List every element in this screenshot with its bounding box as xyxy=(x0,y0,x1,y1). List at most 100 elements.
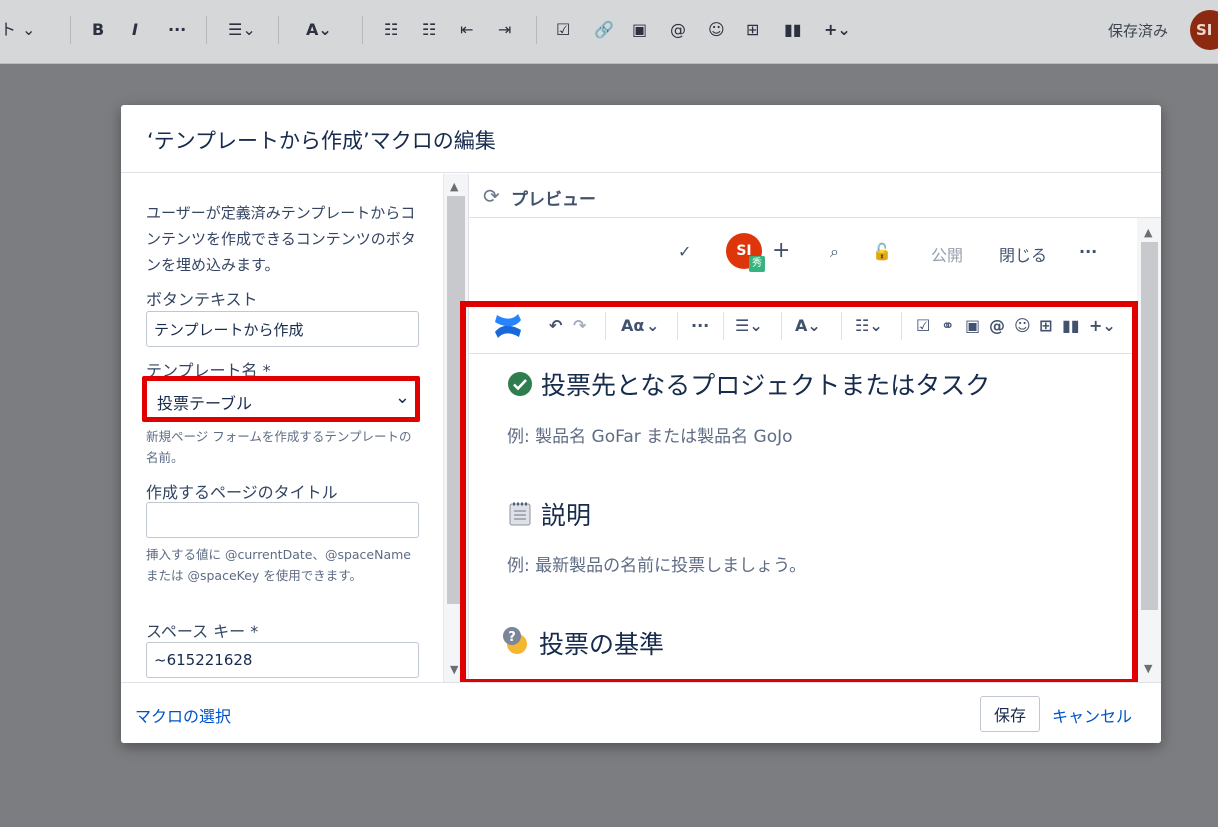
confluence-logo-icon xyxy=(495,314,521,338)
save-button[interactable]: 保存 xyxy=(980,696,1040,732)
notepad-icon xyxy=(509,502,531,526)
avatar-badge: 秀 xyxy=(749,256,765,272)
emoji-icon[interactable]: ☺ xyxy=(1014,316,1031,336)
template-name-select[interactable]: 投票テーブル ⌄ xyxy=(142,376,420,422)
more-formatting-button[interactable]: ··· xyxy=(168,20,186,40)
dialog-footer: マクロの選択 保存 キャンセル xyxy=(121,682,1161,743)
add-collaborator-icon[interactable]: + xyxy=(772,238,790,263)
preview-body: ✓ SI 秀 + ⌕ 🔓 公開 閉じる ··· ↶ ↷ Aα ⌄ ··· ☰⌄ … xyxy=(469,218,1137,682)
scroll-down-icon[interactable]: ▼ xyxy=(1144,662,1152,675)
list-icon[interactable]: ☷⌄ xyxy=(855,316,883,336)
bullet-list-icon[interactable]: ☷ xyxy=(384,20,398,40)
emoji-icon[interactable]: ☺ xyxy=(708,20,725,40)
heading-criteria: ? 投票の基準 xyxy=(501,625,664,661)
scrollbar-thumb[interactable] xyxy=(1141,242,1158,610)
form-scrollbar[interactable]: ▲ ▼ xyxy=(443,174,468,682)
chevron-down-icon: ⌄ xyxy=(394,387,410,408)
space-key-input[interactable] xyxy=(146,642,419,678)
select-macro-link[interactable]: マクロの選択 xyxy=(135,703,231,727)
align-icon[interactable]: ☰⌄ xyxy=(228,20,256,40)
heading-text: 投票先となるプロジェクトまたはタスク xyxy=(541,371,991,400)
more-actions-button[interactable]: ··· xyxy=(1079,242,1097,261)
checkbox-icon[interactable]: ☑ xyxy=(556,20,570,40)
layout-icon[interactable]: ▮▮ xyxy=(1062,316,1080,336)
chevron-down-icon[interactable]: ⌄ xyxy=(646,316,659,336)
italic-button[interactable]: I xyxy=(132,20,138,40)
preview-editor-toolbar: ↶ ↷ Aα ⌄ ··· ☰⌄ A⌄ ☷⌄ ☑ ⚭ ▣ @ ☺ ⊞ ▮▮ +⌄ xyxy=(469,298,1137,354)
text-color-icon[interactable]: A⌄ xyxy=(306,20,332,40)
preview-label: プレビュー xyxy=(511,190,596,210)
macro-description: ユーザーが定義済みテンプレートからコンテンツを作成できるコンテンツのボタンを埋め… xyxy=(146,204,416,274)
preview-scrollbar[interactable]: ▲ ▼ xyxy=(1137,218,1161,682)
image-icon[interactable]: ▣ xyxy=(632,20,647,40)
heading-description: 説明 xyxy=(507,496,591,532)
scroll-down-icon[interactable]: ▼ xyxy=(450,663,458,676)
text-style-fragment[interactable]: ト xyxy=(0,20,16,40)
button-text-label: ボタンテキスト xyxy=(146,290,258,309)
mention-icon[interactable]: @ xyxy=(670,20,686,40)
check-circle-icon xyxy=(508,372,532,396)
indent-icon[interactable]: ⇥ xyxy=(498,20,511,40)
link-icon[interactable]: ⚭ xyxy=(941,316,954,336)
search-icon[interactable]: ⌕ xyxy=(830,242,839,262)
mention-icon[interactable]: @ xyxy=(989,316,1005,336)
page-title-input[interactable] xyxy=(146,502,419,538)
toolbar-divider xyxy=(70,16,71,44)
scroll-up-icon[interactable]: ▲ xyxy=(450,180,458,193)
numbered-list-icon[interactable]: ☷ xyxy=(422,20,436,40)
template-name-help: 新規ページ フォームを作成するテンプレートの名前。 xyxy=(146,429,412,465)
toolbar-divider xyxy=(781,312,782,340)
link-icon[interactable]: 🔗 xyxy=(594,20,614,40)
toolbar-divider xyxy=(901,312,902,340)
image-icon[interactable]: ▣ xyxy=(965,316,980,336)
checkbox-icon[interactable]: ☑ xyxy=(916,316,930,336)
avatar[interactable]: SI 秀 xyxy=(726,233,765,272)
example-text: 例: 製品名 GoFar または製品名 GoJo xyxy=(507,427,793,447)
preview-header: ⟳ プレビュー xyxy=(469,174,1161,218)
saved-status: 保存済み xyxy=(1107,22,1168,40)
toolbar-divider xyxy=(605,312,606,340)
space-key-label: スペース キー * xyxy=(146,622,259,641)
dialog-title: ‘テンプレートから作成’マクロの編集 xyxy=(147,129,496,153)
chevron-down-icon[interactable]: ⌄ xyxy=(22,20,35,40)
outdent-icon[interactable]: ⇤ xyxy=(460,20,473,40)
more-formatting-button[interactable]: ··· xyxy=(691,316,709,336)
heading-text: 投票の基準 xyxy=(539,630,665,659)
scrollbar-thumb[interactable] xyxy=(447,196,465,604)
template-name-value: 投票テーブル xyxy=(157,394,253,413)
table-icon[interactable]: ⊞ xyxy=(746,20,759,40)
refresh-icon[interactable]: ⟳ xyxy=(483,184,500,208)
text-style-button[interactable]: Aα xyxy=(621,316,644,336)
redo-icon[interactable]: ↷ xyxy=(573,316,586,336)
button-text-input[interactable] xyxy=(146,311,419,347)
heading-project: 投票先となるプロジェクトまたはタスク xyxy=(507,366,990,402)
insert-more-icon[interactable]: +⌄ xyxy=(824,20,851,40)
unlock-icon[interactable]: 🔓 xyxy=(872,242,892,261)
toolbar-divider xyxy=(841,312,842,340)
preview-pane: ⟳ プレビュー ✓ SI 秀 + ⌕ 🔓 公開 閉じる ··· ↶ ↷ Aα ⌄… xyxy=(468,174,1161,682)
layout-icon[interactable]: ▮▮ xyxy=(784,20,802,40)
align-icon[interactable]: ☰⌄ xyxy=(735,316,763,336)
toolbar-divider xyxy=(723,312,724,340)
example-text: 例: 最新製品の名前に投票しましょう。 xyxy=(507,556,807,576)
macro-form-pane: ユーザーが定義済みテンプレートからコンテンツを作成できるコンテンツのボタンを埋め… xyxy=(121,174,443,682)
text-color-icon[interactable]: A⌄ xyxy=(795,316,821,336)
editor-toolbar-background: ト ⌄ B I ··· ☰⌄ A⌄ ☷ ☷ ⇤ ⇥ ☑ 🔗 ▣ @ ☺ ⊞ ▮▮… xyxy=(0,0,1218,64)
checkmark-icon[interactable]: ✓ xyxy=(678,242,691,261)
toolbar-divider xyxy=(677,312,678,340)
bold-button[interactable]: B xyxy=(92,20,104,40)
publish-button[interactable]: 公開 xyxy=(931,242,963,266)
preview-page-actions: ✓ SI 秀 + ⌕ 🔓 公開 閉じる ··· xyxy=(469,218,1137,298)
page-title-help: 挿入する値に @currentDate、@spaceName または @spac… xyxy=(146,547,411,583)
toolbar-divider xyxy=(536,16,537,44)
avatar[interactable]: SI xyxy=(1190,10,1218,50)
toolbar-divider xyxy=(206,16,207,44)
cancel-button[interactable]: キャンセル xyxy=(1052,703,1132,727)
page-title-label: 作成するページのタイトル xyxy=(146,483,338,502)
toolbar-divider xyxy=(362,16,363,44)
undo-icon[interactable]: ↶ xyxy=(549,316,562,336)
table-icon[interactable]: ⊞ xyxy=(1039,316,1052,336)
close-button[interactable]: 閉じる xyxy=(999,242,1047,266)
scroll-up-icon[interactable]: ▲ xyxy=(1144,226,1152,239)
insert-more-icon[interactable]: +⌄ xyxy=(1089,316,1116,336)
